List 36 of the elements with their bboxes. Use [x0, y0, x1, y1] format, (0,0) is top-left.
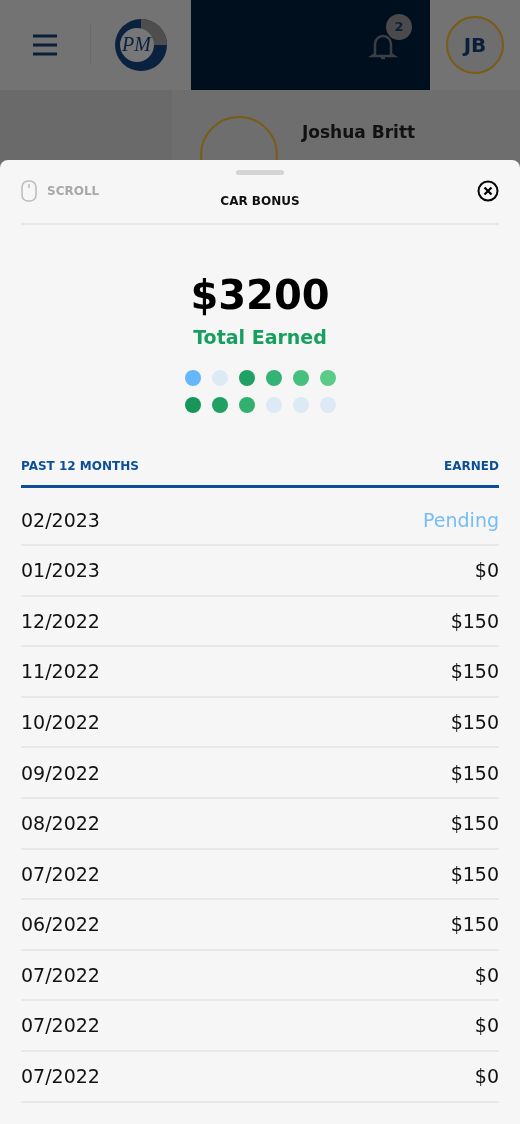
month-cell-text: 10/2022	[21, 709, 100, 735]
earned-cell-text: $150	[450, 709, 499, 735]
earned-cell-text: Pending	[423, 507, 499, 533]
earned-cell-text: $0	[474, 558, 499, 584]
month-cell-text: 06/2022	[21, 912, 100, 938]
month-cell-text: 07/2022	[21, 861, 100, 887]
earned-cell-text: $0	[474, 962, 499, 988]
month-cell-text: 07/2022	[21, 1064, 100, 1090]
avatar[interactable]: JB	[446, 16, 504, 74]
earned-cell-text: $0	[474, 1064, 499, 1090]
drag-handle[interactable]	[236, 170, 284, 175]
profile-name: Joshua Britt	[302, 121, 416, 144]
month-cell-text: 07/2022	[21, 1013, 100, 1039]
month-cell-text: 09/2022	[21, 760, 100, 786]
month-cell-text: 12/2022	[21, 608, 100, 634]
sheet-title: CAR BONUS	[220, 193, 300, 210]
earned-cell-text: $0	[474, 1013, 499, 1039]
month-cell-text: 02/2023	[21, 507, 100, 533]
earned-cell-text: $150	[450, 861, 499, 887]
column-header: PAST 12 MONTHS	[21, 457, 139, 475]
total-label: Total Earned	[193, 325, 327, 350]
column-header: EARNED	[444, 457, 499, 475]
total-amount: $3200	[190, 271, 330, 319]
earned-cell-text: $150	[450, 760, 499, 786]
month-cell-text: 07/2022	[21, 962, 100, 988]
month-cell-text: 11/2022	[21, 659, 100, 685]
scroll-hint: SCROLL	[47, 183, 100, 200]
month-cell-text: 01/2023	[21, 558, 100, 584]
close-icon[interactable]	[477, 180, 499, 202]
earned-cell-text: $150	[450, 608, 499, 634]
month-cell-text: 08/2022	[21, 811, 100, 837]
earned-cell-text: $150	[450, 811, 499, 837]
earned-cell-text: $150	[450, 659, 499, 685]
notification-badge: 2	[386, 14, 412, 40]
earned-cell-text: $150	[450, 912, 499, 938]
mouse-icon	[21, 180, 37, 202]
